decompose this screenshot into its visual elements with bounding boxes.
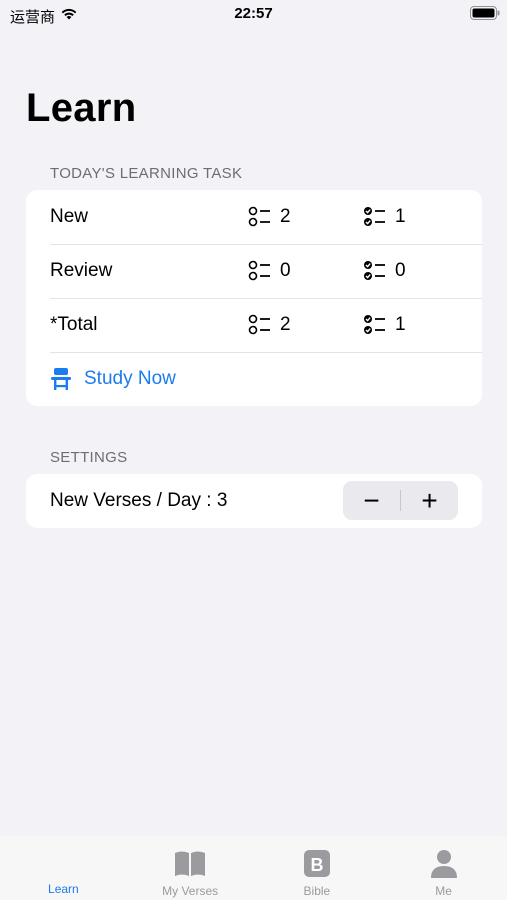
pending-count: 0	[248, 260, 291, 282]
tab-me[interactable]: Me	[380, 836, 507, 900]
tab-my-verses[interactable]: My Verses	[127, 836, 254, 900]
tab-label: Learn	[48, 882, 79, 896]
done-value: 0	[395, 260, 406, 281]
done-count: 1	[363, 206, 406, 228]
verses-per-day-label: New Verses / Day : 3	[50, 490, 228, 511]
tab-label: My Verses	[162, 884, 219, 898]
pending-value: 2	[280, 206, 291, 227]
tab-learn[interactable]: Learn	[0, 836, 127, 900]
person-icon	[430, 850, 457, 878]
study-now-label: Study Now	[84, 368, 176, 389]
done-count: 0	[363, 260, 406, 282]
todays-task-header: TODAY'S LEARNING TASK	[50, 165, 243, 182]
pending-value: 0	[280, 260, 291, 281]
pending-count: 2	[248, 206, 291, 228]
settings-card: New Verses / Day : 3 − +	[26, 474, 482, 528]
done-value: 1	[395, 314, 406, 335]
checklist-icon	[364, 261, 385, 280]
todays-task-card: New 2 1 Review 0 0 *Total 2 1 Study Now	[26, 190, 482, 406]
list-bullet-icon	[248, 314, 270, 335]
svg-text:B: B	[310, 855, 323, 875]
verses-per-day-row: New Verses / Day : 3 − +	[26, 474, 482, 528]
task-row-label: *Total	[50, 314, 98, 335]
settings-header: SETTINGS	[50, 449, 128, 466]
page-title: Learn	[26, 86, 137, 130]
pending-value: 2	[280, 314, 291, 335]
study-now-button[interactable]: Study Now	[26, 352, 482, 406]
book-icon	[175, 851, 206, 876]
increment-button[interactable]: +	[401, 481, 458, 520]
battery-icon	[470, 6, 500, 20]
tab-label: Bible	[303, 884, 331, 898]
status-bar: 运营商 22:57	[0, 0, 507, 30]
done-value: 1	[395, 206, 406, 227]
decrement-button[interactable]: −	[343, 481, 400, 520]
task-row-new: New 2 1	[26, 190, 482, 244]
list-bullet-icon	[248, 260, 270, 281]
pending-count: 2	[248, 314, 291, 336]
tab-bar: Learn My Verses B Bible Me	[0, 836, 507, 900]
verses-per-day-stepper[interactable]: − +	[343, 481, 458, 520]
task-row-total: *Total 2 1	[26, 298, 482, 352]
done-count: 1	[363, 314, 406, 336]
checklist-icon	[364, 315, 385, 334]
task-row-review: Review 0 0	[26, 244, 482, 298]
tab-bible[interactable]: B Bible	[254, 836, 381, 900]
bible-b-icon: B	[303, 850, 330, 877]
status-time: 22:57	[234, 5, 273, 22]
desk-chair-icon	[51, 368, 71, 390]
checklist-icon	[364, 207, 385, 226]
task-row-label: Review	[50, 260, 113, 281]
list-bullet-icon	[248, 206, 270, 227]
tab-label: Me	[435, 884, 452, 898]
task-row-label: New	[50, 206, 89, 227]
